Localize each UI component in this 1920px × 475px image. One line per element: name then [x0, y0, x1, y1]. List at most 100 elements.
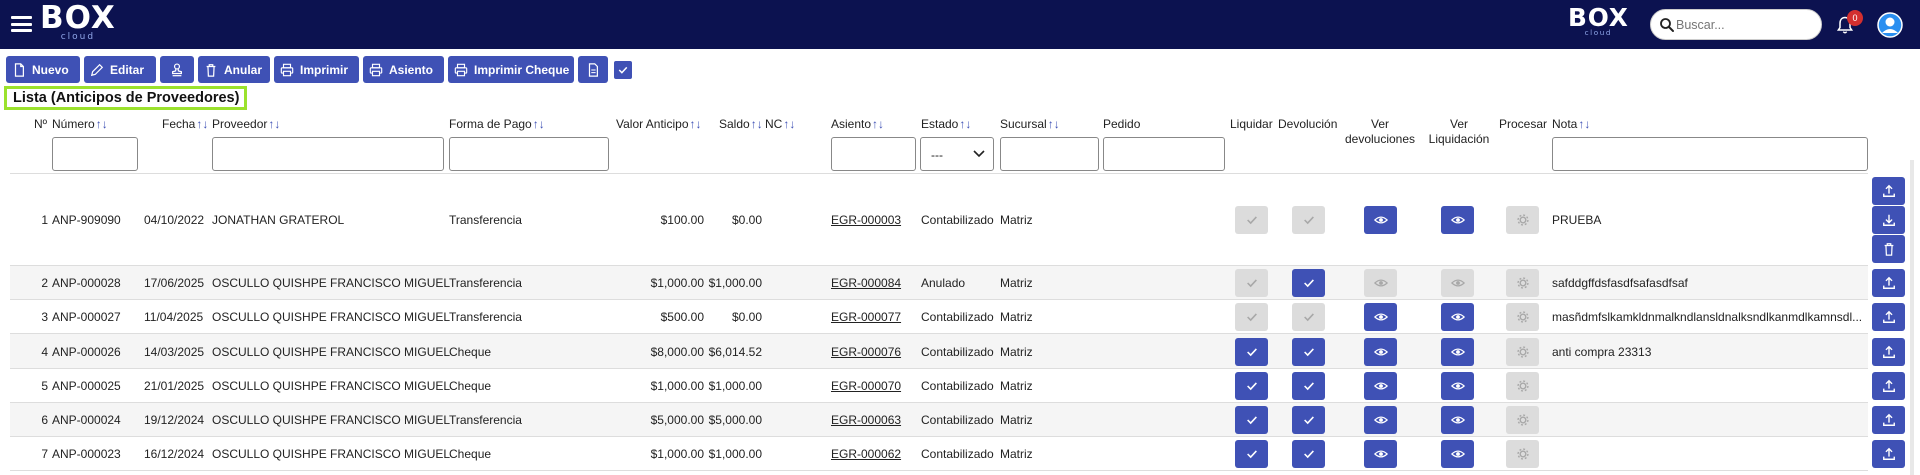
procesar-button: [1506, 303, 1539, 331]
upload-button[interactable]: [1872, 177, 1905, 205]
cell-asiento[interactable]: EGR-000062: [831, 447, 901, 461]
app-logo[interactable]: BOX cloud: [40, 3, 116, 43]
upload-button[interactable]: [1872, 303, 1905, 331]
imprimir-button[interactable]: Imprimir: [274, 56, 359, 83]
stamp-button[interactable]: [160, 56, 194, 83]
col-header-proveedor[interactable]: Proveedor↑↓: [212, 117, 280, 131]
ver-devoluciones-button[interactable]: [1364, 440, 1397, 468]
col-header-saldo[interactable]: Saldo↑↓: [719, 117, 763, 131]
select-all-checkbox[interactable]: [614, 61, 632, 79]
asiento-button[interactable]: Asiento: [363, 56, 444, 83]
col-header-label: Estado: [921, 117, 959, 131]
filter-nota-input[interactable]: [1552, 137, 1868, 171]
anular-button[interactable]: Anular: [198, 56, 270, 83]
filter-estado-select[interactable]: ---: [920, 137, 994, 171]
sort-icon[interactable]: ↑↓: [783, 117, 795, 131]
col-header-valor-anticipo[interactable]: Valor Anticipo↑↓: [616, 117, 702, 131]
search-box[interactable]: [1650, 9, 1822, 40]
ver-liquidacion-button[interactable]: [1441, 406, 1474, 434]
search-input[interactable]: [1676, 15, 1816, 35]
imprimir-cheque-button[interactable]: Imprimir Cheque: [448, 56, 574, 83]
col-header-estado[interactable]: Estado↑↓: [921, 117, 971, 131]
devolucion-button[interactable]: [1292, 372, 1325, 400]
devolucion-button[interactable]: [1292, 440, 1325, 468]
col-header-sucursal[interactable]: Sucursal↑↓: [1000, 117, 1060, 131]
export-document-button[interactable]: [578, 56, 608, 83]
col-header-asiento[interactable]: Asiento↑↓: [831, 117, 884, 131]
filter-numero-input[interactable]: [52, 137, 138, 171]
filter-asiento-input[interactable]: [831, 137, 916, 171]
sort-icon[interactable]: ↑↓: [96, 117, 108, 131]
liquidar-button[interactable]: [1235, 440, 1268, 468]
cell-asiento[interactable]: EGR-000070: [831, 379, 901, 393]
devolucion-button[interactable]: [1292, 269, 1325, 297]
liquidar-button[interactable]: [1235, 406, 1268, 434]
ver-devoluciones-button[interactable]: [1364, 206, 1397, 234]
ver-liquidacion-button[interactable]: [1441, 440, 1474, 468]
filter-sucursal-input[interactable]: [1000, 137, 1099, 171]
liquidar-button[interactable]: [1235, 372, 1268, 400]
procesar-button: [1506, 372, 1539, 400]
col-header-nc[interactable]: NC↑↓: [765, 117, 795, 131]
cell-estado: Contabilizado: [921, 213, 994, 227]
sort-icon[interactable]: ↑↓: [690, 117, 702, 131]
cell-asiento[interactable]: EGR-000077: [831, 310, 901, 324]
asiento-label: Asiento: [389, 62, 434, 77]
sort-icon[interactable]: ↑↓: [196, 117, 208, 131]
col-header-label: Forma de Pago: [449, 117, 532, 131]
sort-icon[interactable]: ↑↓: [268, 117, 280, 131]
sort-icon[interactable]: ↑↓: [1048, 117, 1060, 131]
upload-button[interactable]: [1872, 338, 1905, 366]
upload-button[interactable]: [1872, 406, 1905, 434]
eye-icon: [1450, 413, 1465, 427]
upload-button[interactable]: [1872, 269, 1905, 297]
cell-proveedor: OSCULLO QUISHPE FRANCISCO MIGUEL: [212, 310, 451, 324]
ver-liquidacion-button[interactable]: [1441, 303, 1474, 331]
sort-icon[interactable]: ↑↓: [751, 117, 763, 131]
col-header-nota[interactable]: Nota↑↓: [1552, 117, 1590, 131]
cell-asiento[interactable]: EGR-000003: [831, 213, 901, 227]
cell-asiento[interactable]: EGR-000063: [831, 413, 901, 427]
vertical-scrollbar[interactable]: [1910, 160, 1914, 475]
devolucion-button[interactable]: [1292, 338, 1325, 366]
filter-proveedor-input[interactable]: [212, 137, 444, 171]
ver-devoluciones-button[interactable]: [1364, 303, 1397, 331]
user-avatar-icon[interactable]: [1877, 12, 1903, 38]
filter-pedido-input[interactable]: [1103, 137, 1225, 171]
check-icon: [1302, 413, 1316, 427]
download-button[interactable]: [1872, 206, 1905, 234]
ver-liquidacion-button[interactable]: [1441, 338, 1474, 366]
cell-numero: ANP-909090: [52, 213, 121, 227]
search-icon: [1660, 18, 1674, 32]
col-header-pedido: Pedido: [1103, 117, 1140, 131]
col-header-forma-pago[interactable]: Forma de Pago↑↓: [449, 117, 545, 131]
col-header-numero[interactable]: Número↑↓: [52, 117, 108, 131]
col-header-fecha[interactable]: Fecha↑↓: [162, 117, 208, 131]
ver-devoluciones-button[interactable]: [1364, 372, 1397, 400]
cell-asiento[interactable]: EGR-000084: [831, 276, 901, 290]
upload-button[interactable]: [1872, 440, 1905, 468]
sort-icon[interactable]: ↑↓: [1578, 117, 1590, 131]
filter-forma-pago-input[interactable]: [449, 137, 609, 171]
ver-liquidacion-button: [1441, 269, 1474, 297]
cell-asiento[interactable]: EGR-000076: [831, 345, 901, 359]
cell-no: 5: [41, 379, 48, 393]
sort-icon[interactable]: ↑↓: [959, 117, 971, 131]
check-icon: [1302, 310, 1316, 324]
ver-devoluciones-button[interactable]: [1364, 406, 1397, 434]
ver-liquidacion-button[interactable]: [1441, 372, 1474, 400]
devolucion-button[interactable]: [1292, 406, 1325, 434]
editar-button[interactable]: Editar: [84, 56, 156, 83]
ver-liquidacion-button[interactable]: [1441, 206, 1474, 234]
gear-icon: [1516, 310, 1530, 324]
col-header-procesar: Procesar: [1499, 117, 1547, 131]
gear-icon: [1516, 345, 1530, 359]
sort-icon[interactable]: ↑↓: [872, 117, 884, 131]
upload-button[interactable]: [1872, 372, 1905, 400]
liquidar-button[interactable]: [1235, 338, 1268, 366]
ver-devoluciones-button[interactable]: [1364, 338, 1397, 366]
nuevo-button[interactable]: Nuevo: [6, 56, 80, 83]
menu-icon[interactable]: [11, 16, 32, 32]
sort-icon[interactable]: ↑↓: [533, 117, 545, 131]
delete-button[interactable]: [1872, 235, 1905, 263]
